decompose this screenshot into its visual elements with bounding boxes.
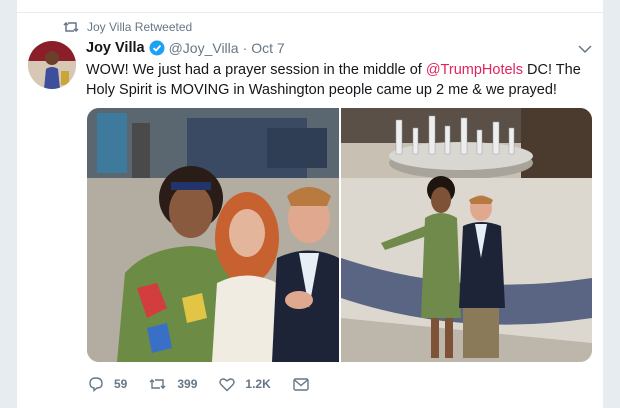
media-grid [87, 108, 592, 362]
envelope-icon [293, 377, 309, 391]
tweet-date[interactable]: Oct 7 [251, 40, 284, 56]
avatar-image [28, 41, 76, 89]
display-name[interactable]: Joy Villa [86, 40, 145, 56]
tweet-text-part1: WOW! We just had a prayer session in the… [86, 62, 426, 78]
direct-message-button[interactable] [293, 377, 319, 391]
chevron-down-icon[interactable] [578, 44, 592, 54]
avatar[interactable] [28, 41, 76, 89]
tweet-actions: 59 399 1.2K [88, 376, 368, 392]
retweet-action-icon [149, 379, 166, 389]
heart-icon [219, 377, 236, 391]
retweet-count: 399 [177, 377, 198, 391]
retweet-banner[interactable]: Joy Villa Retweeted [63, 20, 192, 34]
mention-link[interactable]: @TrumpHotels [426, 62, 523, 78]
verified-badge-icon [149, 40, 165, 56]
user-handle[interactable]: @Joy_Villa [169, 40, 239, 56]
like-count: 1.2K [245, 377, 271, 391]
retweet-banner-label: Joy Villa Retweeted [87, 20, 193, 34]
divider [16, 12, 604, 13]
selfie-photo-image [87, 108, 339, 362]
reply-count: 59 [114, 377, 128, 391]
like-button[interactable]: 1.2K [219, 377, 271, 392]
retweet-button[interactable]: 399 [149, 377, 197, 391]
separator-dot: · [242, 40, 248, 56]
tweet-header: Joy Villa @Joy_Villa · Oct 7 [86, 40, 285, 56]
photo-selfie[interactable] [87, 108, 339, 362]
reply-button[interactable]: 59 [88, 376, 127, 392]
photo-standing[interactable] [341, 108, 592, 362]
retweet-icon [63, 21, 79, 33]
tweet-text: WOW! We just had a prayer session in the… [86, 60, 586, 100]
reply-icon [89, 377, 103, 392]
standing-photo-image [341, 108, 592, 362]
